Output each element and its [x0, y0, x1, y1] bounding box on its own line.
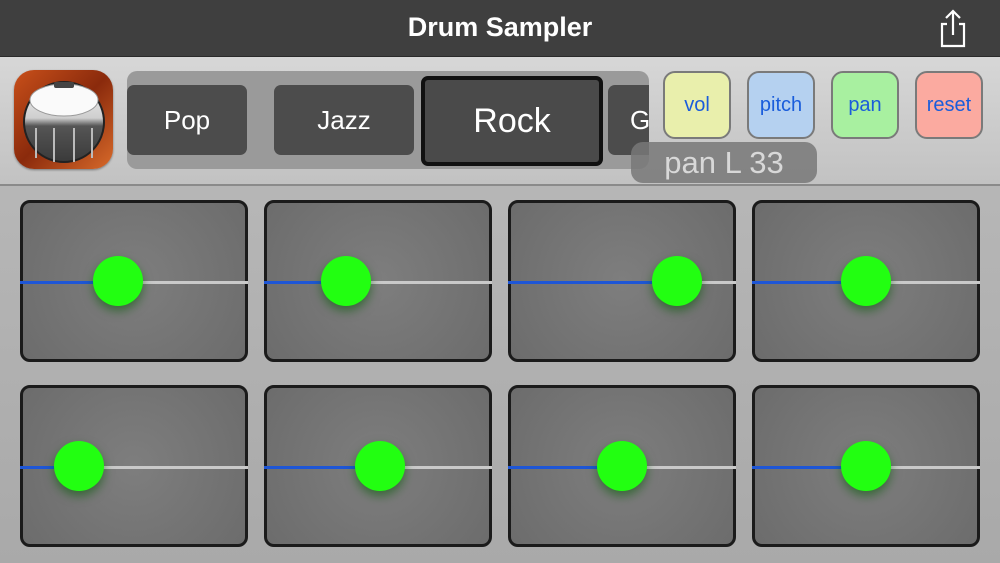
drum-kit-icon: [14, 70, 113, 169]
pan-slider-knob[interactable]: [54, 441, 104, 491]
pan-slider-knob[interactable]: [355, 441, 405, 491]
drum-pad-8[interactable]: [752, 385, 980, 547]
drum-pad-5[interactable]: [20, 385, 248, 547]
drum-pad-3[interactable]: [508, 200, 736, 362]
pan-slider-knob[interactable]: [597, 441, 647, 491]
share-icon: [940, 9, 966, 48]
drum-pad-2[interactable]: [264, 200, 492, 362]
reset-button[interactable]: reset: [915, 71, 983, 139]
navigation-bar: Drum Sampler: [0, 0, 1000, 57]
pan-slider-knob[interactable]: [93, 256, 143, 306]
pan-slider-knob[interactable]: [652, 256, 702, 306]
preset-jazz[interactable]: Jazz: [274, 85, 414, 155]
page-title: Drum Sampler: [407, 12, 593, 42]
drum-pad-1[interactable]: [20, 200, 248, 362]
pan-slider-knob[interactable]: [841, 256, 891, 306]
drum-pad-7[interactable]: [508, 385, 736, 547]
drum-pad-6[interactable]: [264, 385, 492, 547]
pan-slider-knob[interactable]: [841, 441, 891, 491]
preset-scroller[interactable]: Pop Jazz Rock G: [127, 71, 649, 169]
preset-rock[interactable]: Rock: [421, 76, 603, 166]
drum-pad-4[interactable]: [752, 200, 980, 362]
share-button[interactable]: [934, 8, 972, 48]
value-readout: pan L 33: [631, 142, 817, 183]
pan-slider-knob[interactable]: [321, 256, 371, 306]
pan-button[interactable]: pan: [831, 71, 899, 139]
preset-pop[interactable]: Pop: [127, 85, 247, 155]
vol-button[interactable]: vol: [663, 71, 731, 139]
pitch-button[interactable]: pitch: [747, 71, 815, 139]
